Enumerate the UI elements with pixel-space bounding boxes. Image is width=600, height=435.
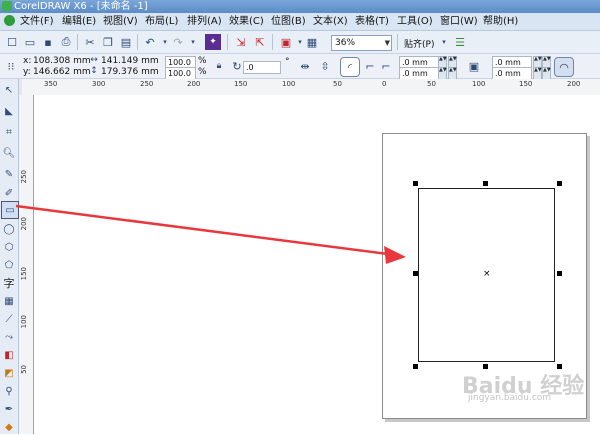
watermark-url: jingyan.baidu.com: [468, 393, 552, 403]
